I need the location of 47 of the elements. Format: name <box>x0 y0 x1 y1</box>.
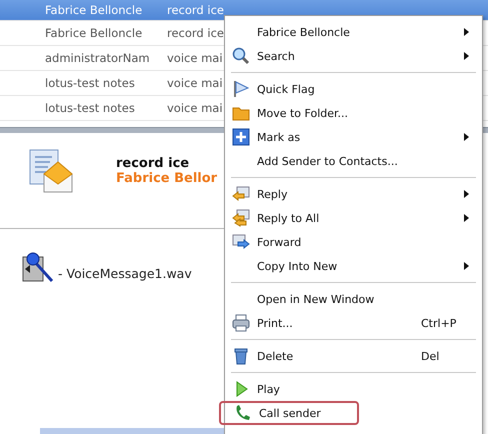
printer-icon <box>232 314 250 332</box>
menu-item[interactable]: Reply to All <box>225 206 482 230</box>
menu-item[interactable]: Forward <box>225 230 482 254</box>
menu-item[interactable]: Fabrice Belloncle <box>225 20 482 44</box>
submenu-arrow-icon <box>464 262 469 270</box>
subject-text: record ice <box>167 26 224 40</box>
menu-item[interactable]: Play <box>225 377 482 401</box>
menu-item[interactable]: Call sender <box>219 401 359 425</box>
submenu-arrow-icon <box>464 28 469 36</box>
menu-item[interactable]: Search <box>225 44 482 68</box>
plus-square-icon <box>232 128 250 146</box>
subject-text: voice mai <box>167 101 223 115</box>
search-icon <box>232 47 250 65</box>
subject-text: voice mai <box>167 76 223 90</box>
submenu-arrow-icon <box>464 214 469 222</box>
phone-icon <box>234 404 252 422</box>
submenu-arrow-icon <box>464 52 469 60</box>
reply-all-icon <box>232 209 250 227</box>
sender-text: lotus-test notes <box>45 101 136 115</box>
microphone-icon <box>22 251 56 283</box>
shortcut-text: Ctrl+P <box>421 316 456 330</box>
submenu-arrow-icon <box>464 190 469 198</box>
sender-text: lotus-test notes <box>45 76 136 90</box>
trash-icon <box>232 347 250 365</box>
shortcut-text: Del <box>421 350 440 362</box>
sender-text: administratorNam <box>45 51 151 65</box>
envelope-icon <box>28 148 74 194</box>
menu-item[interactable]: Mark as <box>225 125 482 149</box>
flag-icon <box>232 80 250 98</box>
menu-item[interactable]: Reply <box>225 182 482 206</box>
subject-text: record ice <box>167 3 224 17</box>
menu-item[interactable]: Open in New Window <box>225 287 482 311</box>
reply-icon <box>232 185 250 203</box>
submenu-arrow-icon <box>464 133 469 141</box>
menu-item[interactable]: Copy Into New <box>225 254 482 278</box>
sender-text: Fabrice Belloncle <box>45 3 144 17</box>
attachment-name[interactable]: - VoiceMessage1.wav <box>58 266 192 283</box>
menu-item[interactable]: Add Sender to Contacts... <box>225 149 482 173</box>
sender-text: Fabrice Belloncle <box>45 26 144 40</box>
menu-item[interactable]: Delete Del <box>225 344 482 368</box>
message-sender: Fabrice Bellor <box>116 171 218 186</box>
menu-item[interactable]: Move to Folder... <box>225 101 482 125</box>
menu-item[interactable]: Print... Ctrl+P <box>225 311 482 335</box>
message-subject: record ice <box>116 156 190 171</box>
subject-text: voice mai <box>167 51 223 65</box>
forward-icon <box>232 233 250 251</box>
menu-item[interactable]: Quick Flag <box>225 77 482 101</box>
